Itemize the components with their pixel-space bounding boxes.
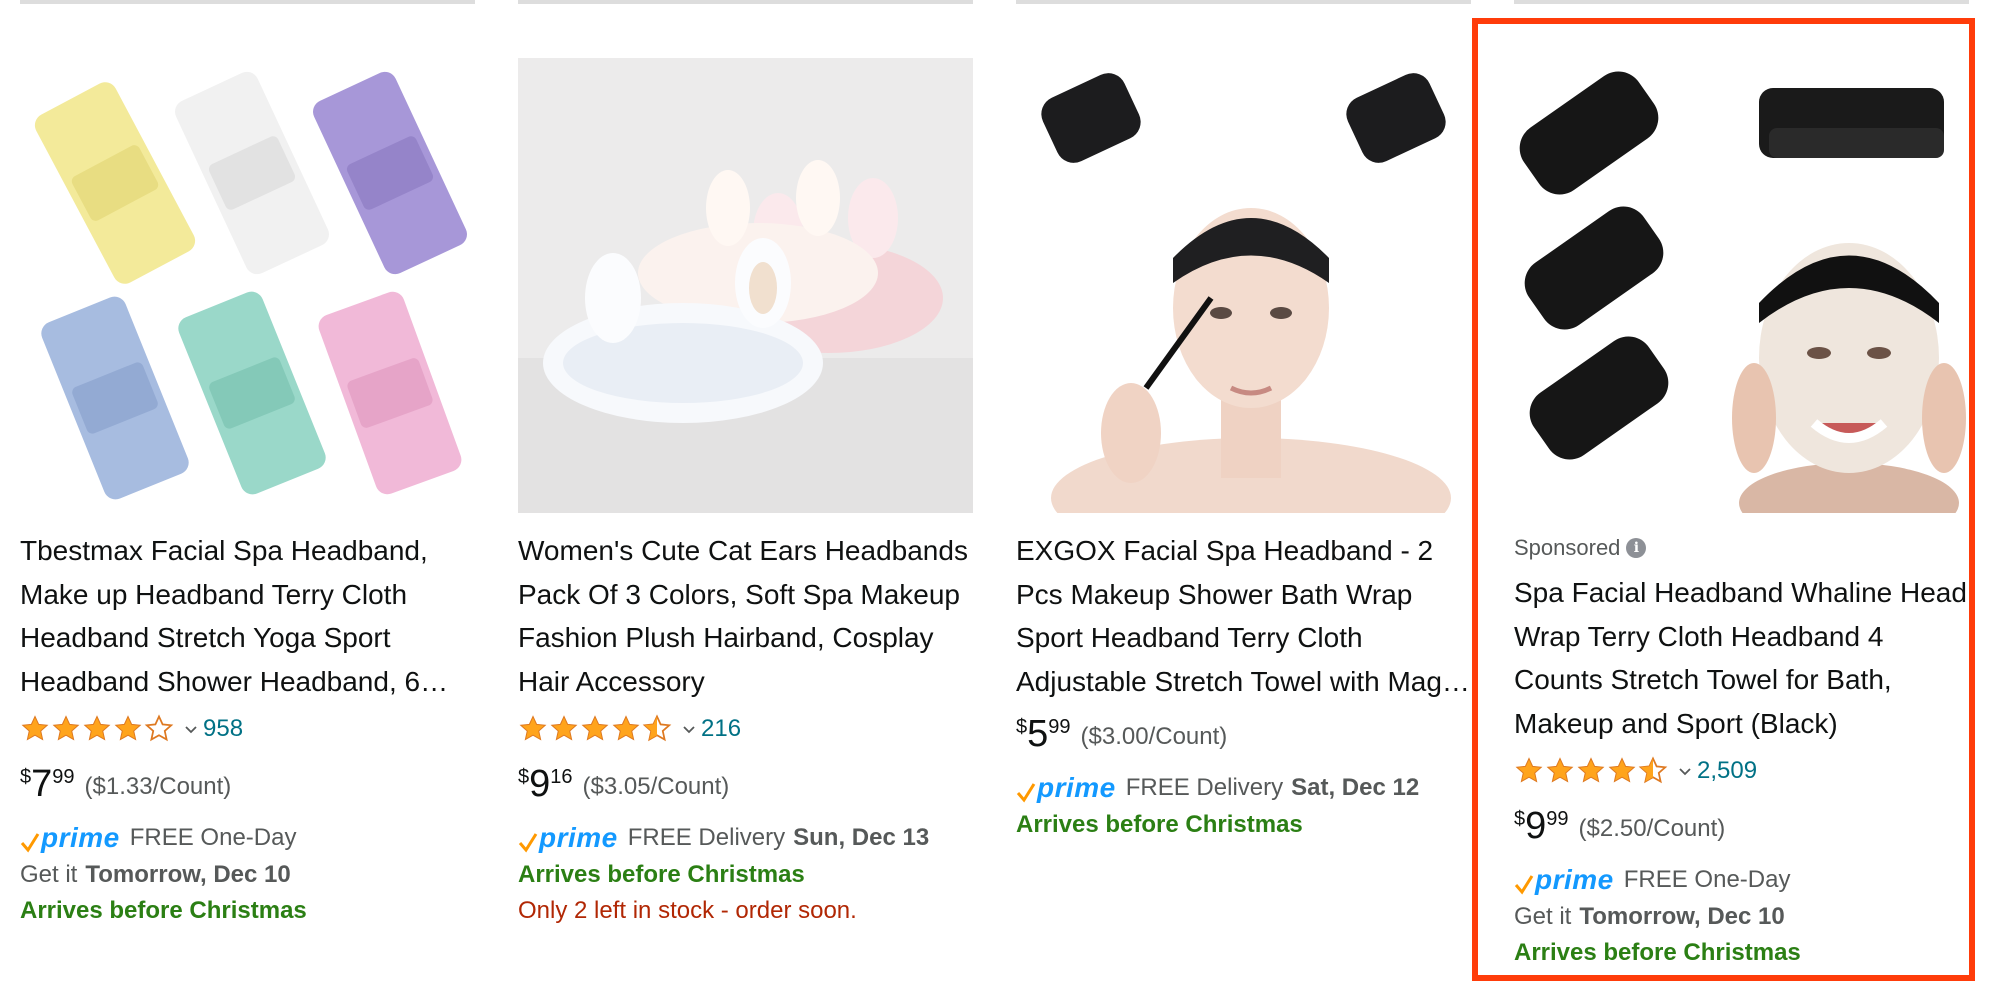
product-title-4[interactable]: Spa Facial Headband Whaline Head Wrap Te… xyxy=(1514,571,1969,745)
cat-ears-headbands-image xyxy=(518,58,973,513)
rating-count-4[interactable]: 2,509 xyxy=(1697,757,1757,785)
get-it-line-4: Get it Tomorrow, Dec 10 xyxy=(1514,903,1785,930)
prime-check-icon xyxy=(1016,783,1036,803)
black-headbands-face-mask-image xyxy=(1514,58,1969,513)
prime-delivery-3: prime FREE Delivery Sat, Dec 12 xyxy=(1016,769,1471,807)
prime-logo: prime xyxy=(1514,865,1614,895)
price-1[interactable]: $ 7 99 ($1.33/Count) xyxy=(20,763,475,809)
stock-warning: Only 2 left in stock - order soon. xyxy=(518,897,857,924)
price-fraction: 99 xyxy=(52,766,75,788)
prime-check-icon xyxy=(518,833,538,853)
star-full-icon xyxy=(1577,757,1605,783)
star-full-icon xyxy=(581,715,609,741)
star-rating-4[interactable] xyxy=(1514,756,1669,786)
star-full-icon xyxy=(1546,757,1574,783)
price-currency: $ xyxy=(20,766,32,788)
get-it-line-1: Get it Tomorrow, Dec 10 xyxy=(20,861,291,888)
prime-check-icon xyxy=(20,833,40,853)
product-image-3[interactable] xyxy=(1016,58,1471,513)
delivery-text: FREE One-Day xyxy=(1623,866,1791,893)
product-title-1[interactable]: Tbestmax Facial Spa Headband, Make up He… xyxy=(20,529,475,703)
divider xyxy=(1016,0,1471,4)
divider xyxy=(1514,0,1969,4)
price-whole: 9 xyxy=(529,763,551,805)
divider xyxy=(20,0,475,4)
sponsored-label: Sponsored i xyxy=(1514,533,1969,563)
product-card-3[interactable]: EXGOX Facial Spa Headband - 2 Pcs Makeup… xyxy=(1016,0,1471,988)
chevron-down-icon[interactable] xyxy=(681,721,697,737)
star-half-icon xyxy=(642,714,672,742)
delivery-date: Sat, Dec 12 xyxy=(1291,774,1420,801)
arrives-before-christmas-4: Arrives before Christmas xyxy=(1514,939,1801,966)
rating-row-1: 958 xyxy=(20,711,475,747)
star-empty-icon xyxy=(144,714,174,742)
product-image-2[interactable] xyxy=(518,58,973,513)
unit-price: ($3.05/Count) xyxy=(582,773,730,800)
star-full-icon xyxy=(21,715,49,741)
price-fraction: 99 xyxy=(1546,808,1569,830)
price-3[interactable]: $ 5 99 ($3.00/Count) xyxy=(1016,713,1471,759)
price-2[interactable]: $ 9 16 ($3.05/Count) xyxy=(518,763,973,809)
product-title-3[interactable]: EXGOX Facial Spa Headband - 2 Pcs Makeup… xyxy=(1016,529,1471,703)
rating-count-1[interactable]: 958 xyxy=(203,715,243,743)
delivery-text: FREE Delivery xyxy=(1125,774,1284,801)
star-full-icon xyxy=(519,715,547,741)
divider xyxy=(518,0,973,4)
unit-price: ($3.00/Count) xyxy=(1080,723,1228,750)
prime-check-icon xyxy=(1514,875,1534,895)
rating-count-2[interactable]: 216 xyxy=(701,715,741,743)
rating-row-4: 2,509 xyxy=(1514,753,1969,789)
product-card-1[interactable]: Tbestmax Facial Spa Headband, Make up He… xyxy=(20,0,475,988)
star-full-icon xyxy=(114,715,142,741)
chevron-down-icon[interactable] xyxy=(1677,763,1693,779)
product-title-2[interactable]: Women's Cute Cat Ears Headbands Pack Of … xyxy=(518,529,973,703)
product-card-2[interactable]: Women's Cute Cat Ears Headbands Pack Of … xyxy=(518,0,973,988)
price-4[interactable]: $ 9 99 ($2.50/Count) xyxy=(1514,805,1969,851)
star-half-icon xyxy=(1638,756,1668,784)
delivery-text: FREE One-Day xyxy=(129,824,297,851)
delivery-date: Sun, Dec 13 xyxy=(793,824,930,851)
prime-delivery-1: prime FREE One-Day xyxy=(20,819,475,857)
price-currency: $ xyxy=(518,766,530,788)
price-currency: $ xyxy=(1016,716,1028,738)
headbands-six-colors-image xyxy=(20,58,475,513)
info-icon[interactable]: i xyxy=(1626,538,1647,558)
product-image-1[interactable] xyxy=(20,58,475,513)
star-full-icon xyxy=(1515,757,1543,783)
rating-row-2: 216 xyxy=(518,711,973,747)
arrives-before-christmas-1: Arrives before Christmas xyxy=(20,897,307,924)
woman-wearing-headband-image xyxy=(1016,58,1471,513)
product-image-4[interactable] xyxy=(1514,58,1969,513)
star-full-icon xyxy=(612,715,640,741)
star-full-icon xyxy=(52,715,80,741)
unit-price: ($2.50/Count) xyxy=(1578,815,1726,842)
delivery-text: FREE Delivery xyxy=(627,824,786,851)
unit-price: ($1.33/Count) xyxy=(84,773,232,800)
star-full-icon xyxy=(550,715,578,741)
chevron-down-icon[interactable] xyxy=(183,721,199,737)
star-rating-1[interactable] xyxy=(20,714,175,744)
prime-delivery-4: prime FREE One-Day xyxy=(1514,861,1969,899)
arrives-before-christmas-3: Arrives before Christmas xyxy=(1016,811,1303,838)
price-whole: 9 xyxy=(1525,805,1547,847)
arrives-before-christmas-2: Arrives before Christmas xyxy=(518,861,805,888)
star-full-icon xyxy=(83,715,111,741)
prime-logo: prime xyxy=(20,823,120,853)
product-card-4[interactable]: Sponsored i Spa Facial Headband Whaline … xyxy=(1514,0,1969,988)
star-rating-2[interactable] xyxy=(518,714,673,744)
price-fraction: 99 xyxy=(1048,716,1071,738)
star-full-icon xyxy=(1608,757,1636,783)
price-currency: $ xyxy=(1514,808,1526,830)
prime-delivery-2: prime FREE Delivery Sun, Dec 13 xyxy=(518,819,973,857)
price-whole: 5 xyxy=(1027,713,1049,755)
prime-logo: prime xyxy=(518,823,618,853)
prime-logo: prime xyxy=(1016,773,1116,803)
price-fraction: 16 xyxy=(550,766,573,788)
price-whole: 7 xyxy=(31,763,53,805)
